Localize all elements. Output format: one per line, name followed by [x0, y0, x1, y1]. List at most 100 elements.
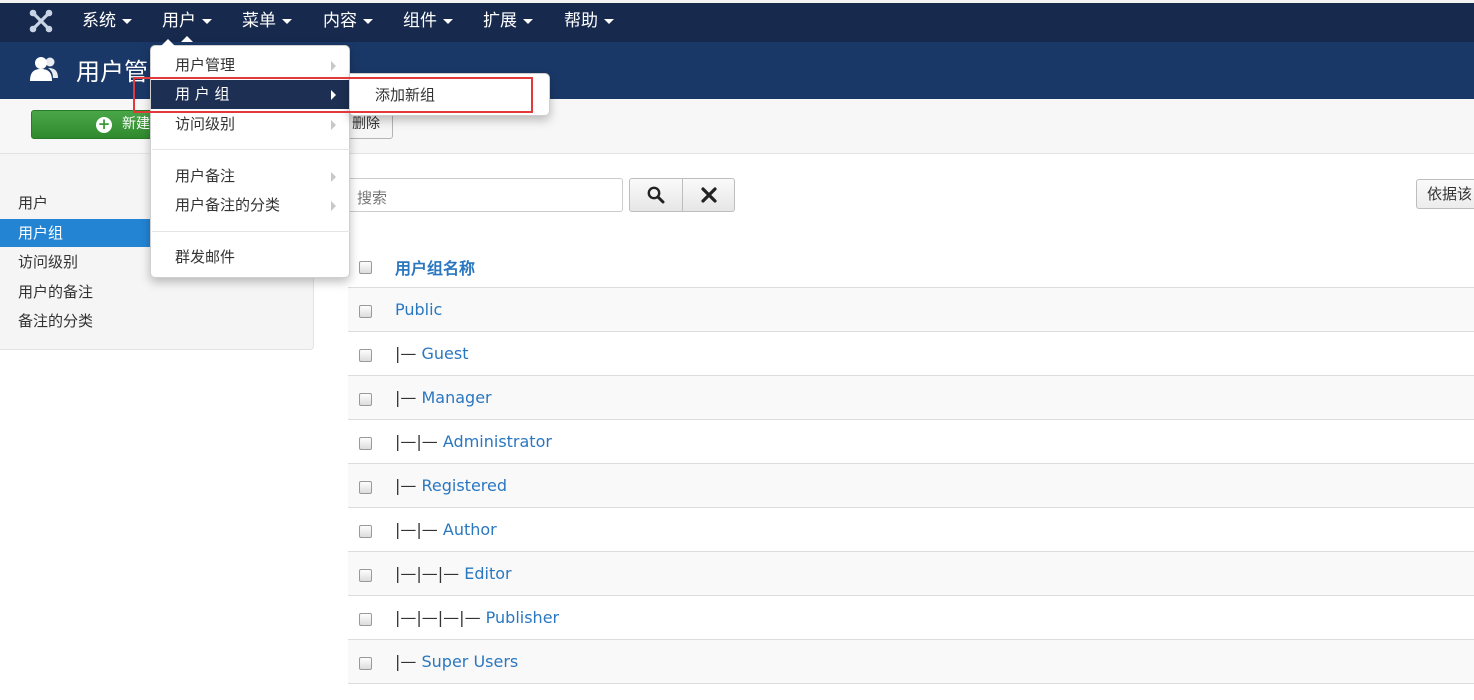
page-title: 用户管	[76, 58, 148, 86]
row-checkbox[interactable]	[359, 481, 372, 494]
nav-menu-label: 系统	[82, 11, 116, 31]
caret-down-icon	[443, 18, 453, 24]
menu-item-label: 用 户 组	[175, 85, 230, 103]
menu-item-user-note-categories[interactable]: 用户备注的分类	[151, 191, 349, 220]
joomla-logo-icon[interactable]	[28, 8, 54, 34]
nav-menu-label: 菜单	[242, 11, 276, 31]
tree-prefix: |—|—	[395, 432, 443, 451]
chevron-right-icon	[331, 90, 336, 100]
menu-item-label: 用户备注	[175, 167, 236, 185]
group-name-link[interactable]: Super Users	[421, 652, 518, 671]
nav-menu-label: 帮助	[564, 11, 598, 31]
nav-menu-help[interactable]: 帮助	[564, 3, 614, 42]
tree-prefix: |—	[395, 652, 422, 671]
group-name-cell: |— Super Users	[395, 652, 518, 671]
user-groups-submenu: 添加新组	[349, 73, 550, 116]
menu-divider	[152, 231, 350, 232]
chevron-right-icon	[331, 61, 336, 71]
plus-circle-icon: +	[96, 115, 112, 133]
row-checkbox[interactable]	[359, 437, 372, 450]
group-name-cell: |—|— Administrator	[395, 432, 552, 451]
group-name-cell: |— Guest	[395, 344, 468, 363]
nav-menu-label: 扩展	[483, 11, 517, 31]
row-checkbox[interactable]	[359, 613, 372, 626]
group-name-link[interactable]: Publisher	[486, 608, 559, 627]
group-name-cell: |—|—|—|— Publisher	[395, 608, 559, 627]
group-name-link[interactable]: Administrator	[443, 432, 552, 451]
table-header-row: 用户组名称	[348, 243, 1474, 288]
menu-item-user-notes[interactable]: 用户备注	[151, 162, 349, 191]
nav-menu-users[interactable]: 用户	[162, 3, 212, 42]
tree-prefix: |—	[395, 344, 422, 363]
group-name-cell: |—|—|— Editor	[395, 564, 512, 583]
row-checkbox[interactable]	[359, 305, 372, 318]
nav-menu-content[interactable]: 内容	[323, 3, 373, 42]
table-row: |— Registered	[348, 464, 1474, 508]
row-checkbox[interactable]	[359, 349, 372, 362]
new-button-label: 新建	[122, 116, 150, 132]
nav-menu-system[interactable]: 系统	[82, 3, 132, 42]
search-button[interactable]	[629, 178, 683, 212]
caret-down-icon	[282, 18, 292, 24]
row-checkbox[interactable]	[359, 569, 372, 582]
nav-menu-label: 用户	[162, 11, 196, 31]
table-row: |—|— Administrator	[348, 420, 1474, 464]
row-checkbox[interactable]	[359, 393, 372, 406]
caret-down-icon	[363, 18, 373, 24]
chevron-right-icon	[331, 201, 336, 211]
group-name-cell: |—|— Author	[395, 520, 497, 539]
chevron-right-icon	[331, 172, 336, 182]
menu-item-user-manager[interactable]: 用户管理	[151, 51, 349, 80]
row-checkbox[interactable]	[359, 525, 372, 538]
group-name-cell: Public	[395, 300, 442, 319]
menu-item-user-groups[interactable]: 用 户 组	[151, 80, 349, 109]
group-name-link[interactable]: Public	[395, 300, 442, 319]
group-name-link[interactable]: Manager	[421, 388, 491, 407]
tree-prefix: |—|—	[395, 520, 443, 539]
table-row: Public	[348, 288, 1474, 332]
sidebar-item-user-notes[interactable]: 用户的备注	[0, 278, 313, 306]
group-name-cell: |— Manager	[395, 388, 492, 407]
menu-item-label: 用户管理	[175, 56, 236, 74]
user-groups-table: 用户组名称 Public |— Guest |— Manager |—|— Ad…	[348, 243, 1474, 684]
caret-down-icon	[523, 18, 533, 24]
table-row: |— Guest	[348, 332, 1474, 376]
tree-prefix: |—	[395, 388, 422, 407]
select-all-checkbox[interactable]	[359, 261, 372, 274]
table-row: |—|— Author	[348, 508, 1474, 552]
group-name-cell: |— Registered	[395, 476, 507, 495]
sort-by-dropdown[interactable]: 依据该	[1416, 179, 1474, 209]
row-checkbox[interactable]	[359, 657, 372, 670]
menu-item-add-new-group[interactable]: 添加新组	[375, 84, 435, 105]
nav-menu-label: 组件	[403, 11, 437, 31]
group-name-link[interactable]: Registered	[421, 476, 507, 495]
users-icon	[30, 57, 58, 81]
tree-prefix: |—	[395, 476, 422, 495]
users-dropdown-menu: 用户管理 用 户 组 访问级别 用户备注 用户备注的分类 群发邮件	[150, 39, 350, 278]
nav-menu-label: 内容	[323, 11, 357, 31]
caret-down-icon	[604, 18, 614, 24]
table-row: |— Super Users	[348, 640, 1474, 684]
nav-menu-extensions[interactable]: 扩展	[483, 3, 533, 42]
column-header-group-name[interactable]: 用户组名称	[395, 255, 475, 279]
search-input[interactable]	[346, 178, 623, 212]
tree-prefix: |—|—|—	[395, 564, 465, 583]
sidebar-item-note-categories[interactable]: 备注的分类	[0, 307, 313, 335]
nav-menu-menus[interactable]: 菜单	[242, 3, 292, 42]
caret-down-icon	[202, 18, 212, 24]
table-row: |—|—|— Editor	[348, 552, 1474, 596]
top-navbar: 系统 用户 菜单 内容 组件 扩展 帮助	[0, 0, 1474, 42]
menu-item-label: 用户备注的分类	[175, 196, 281, 214]
menu-item-mass-mail[interactable]: 群发邮件	[151, 243, 349, 272]
group-name-link[interactable]: Guest	[421, 344, 468, 363]
clear-search-button[interactable]	[682, 178, 735, 212]
group-name-link[interactable]: Editor	[464, 564, 511, 583]
nav-menu-components[interactable]: 组件	[403, 3, 453, 42]
table-row: |—|—|—|— Publisher	[348, 596, 1474, 640]
group-name-link[interactable]: Author	[443, 520, 497, 539]
menu-item-access-levels[interactable]: 访问级别	[151, 110, 349, 139]
menu-item-label: 访问级别	[175, 115, 236, 133]
search-icon	[647, 186, 665, 204]
tree-prefix: |—|—|—|—	[395, 608, 486, 627]
caret-down-icon	[122, 18, 132, 24]
